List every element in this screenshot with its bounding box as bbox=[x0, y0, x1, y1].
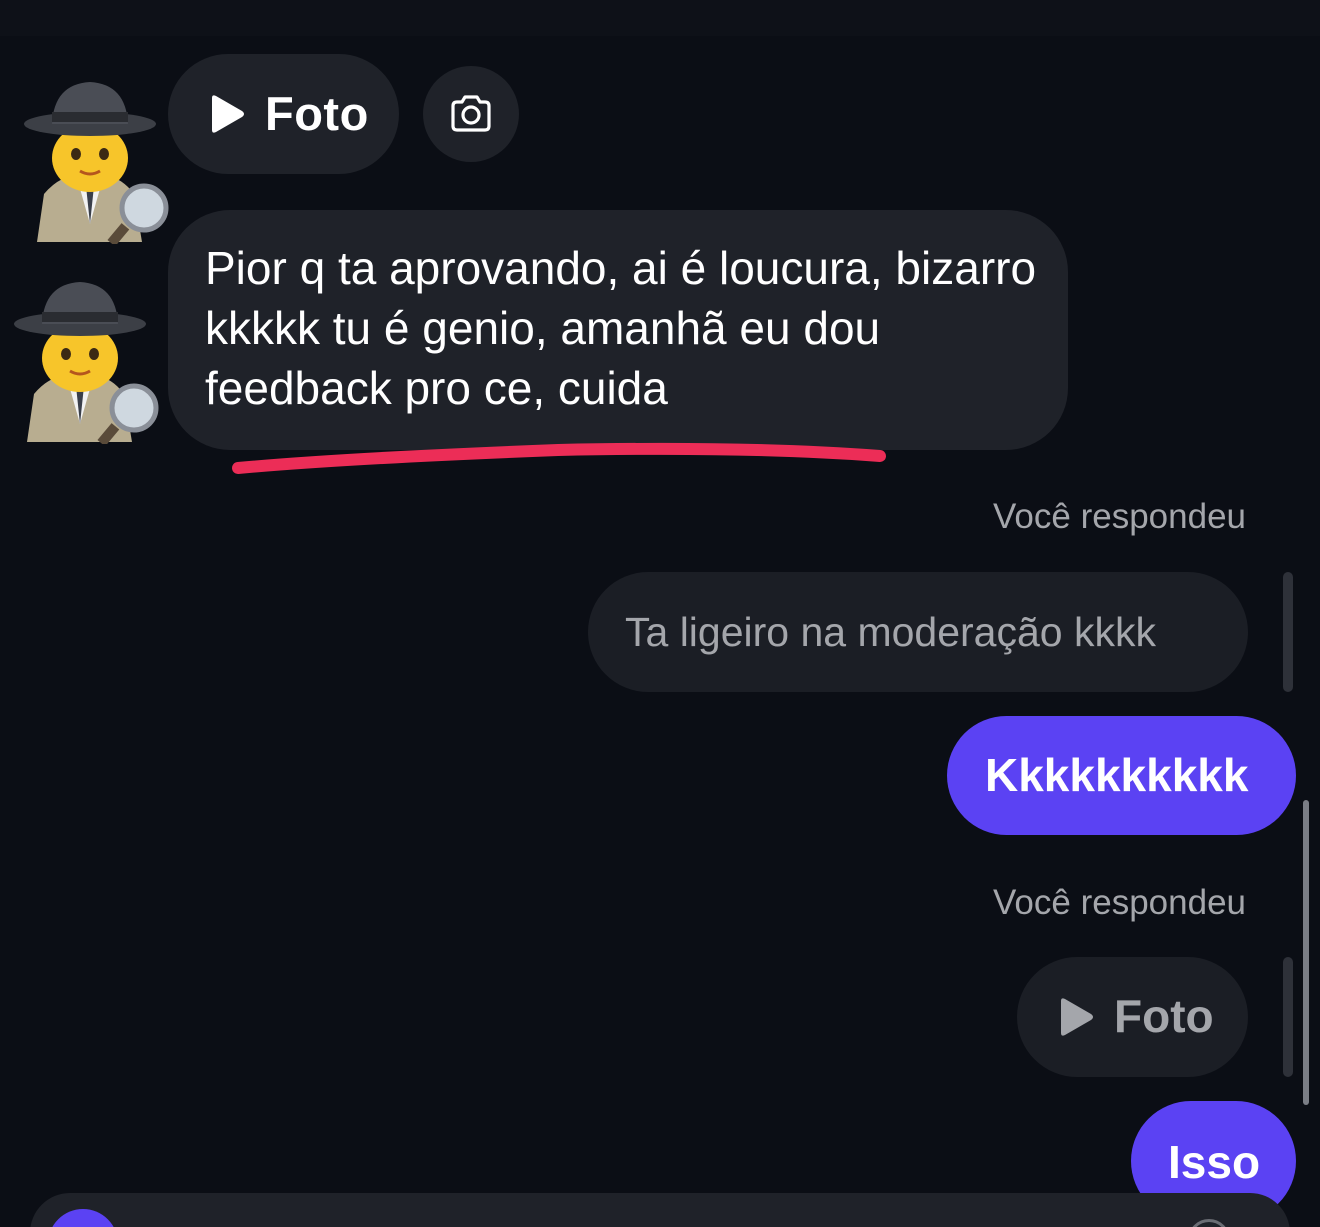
incoming-media-bubble[interactable]: Foto bbox=[168, 54, 399, 174]
quote-bar bbox=[1283, 957, 1293, 1077]
reply-label: Você respondeu bbox=[993, 497, 1246, 536]
reply-label: Você respondeu bbox=[993, 883, 1246, 922]
message-composer[interactable] bbox=[30, 1193, 1290, 1227]
play-icon bbox=[212, 95, 244, 133]
red-underline-annotation bbox=[232, 442, 886, 474]
camera-action-icon[interactable] bbox=[48, 1209, 118, 1227]
quote-bar bbox=[1283, 572, 1293, 692]
camera-icon bbox=[451, 95, 491, 132]
quoted-media-bubble[interactable]: Foto bbox=[1017, 957, 1248, 1077]
scrollbar[interactable] bbox=[1303, 800, 1309, 1105]
quoted-message-bubble[interactable]: Ta ligeiro na moderação kkkk bbox=[588, 572, 1248, 692]
detective-avatar-icon[interactable] bbox=[12, 274, 162, 447]
play-icon bbox=[1061, 998, 1093, 1036]
quoted-text: Ta ligeiro na moderação kkkk bbox=[625, 609, 1156, 655]
camera-button[interactable] bbox=[423, 66, 519, 162]
chat-screen: Foto Pior q ta aprovando, ai é loucura, … bbox=[0, 0, 1320, 1227]
sticker-icon[interactable] bbox=[1188, 1219, 1230, 1227]
message-text: Isso bbox=[1168, 1136, 1261, 1188]
media-label: Foto bbox=[265, 87, 369, 140]
message-text: Kkkkkkkkkk bbox=[985, 749, 1249, 801]
quoted-media-label: Foto bbox=[1114, 990, 1214, 1042]
message-text: Pior q ta aprovando, ai é loucura, bizar… bbox=[205, 242, 1037, 414]
header-edge bbox=[0, 0, 1320, 36]
incoming-message-bubble[interactable]: Pior q ta aprovando, ai é loucura, bizar… bbox=[168, 210, 1068, 450]
outgoing-message-bubble[interactable]: Kkkkkkkkkk bbox=[947, 716, 1296, 835]
detective-avatar-icon[interactable] bbox=[22, 74, 172, 247]
